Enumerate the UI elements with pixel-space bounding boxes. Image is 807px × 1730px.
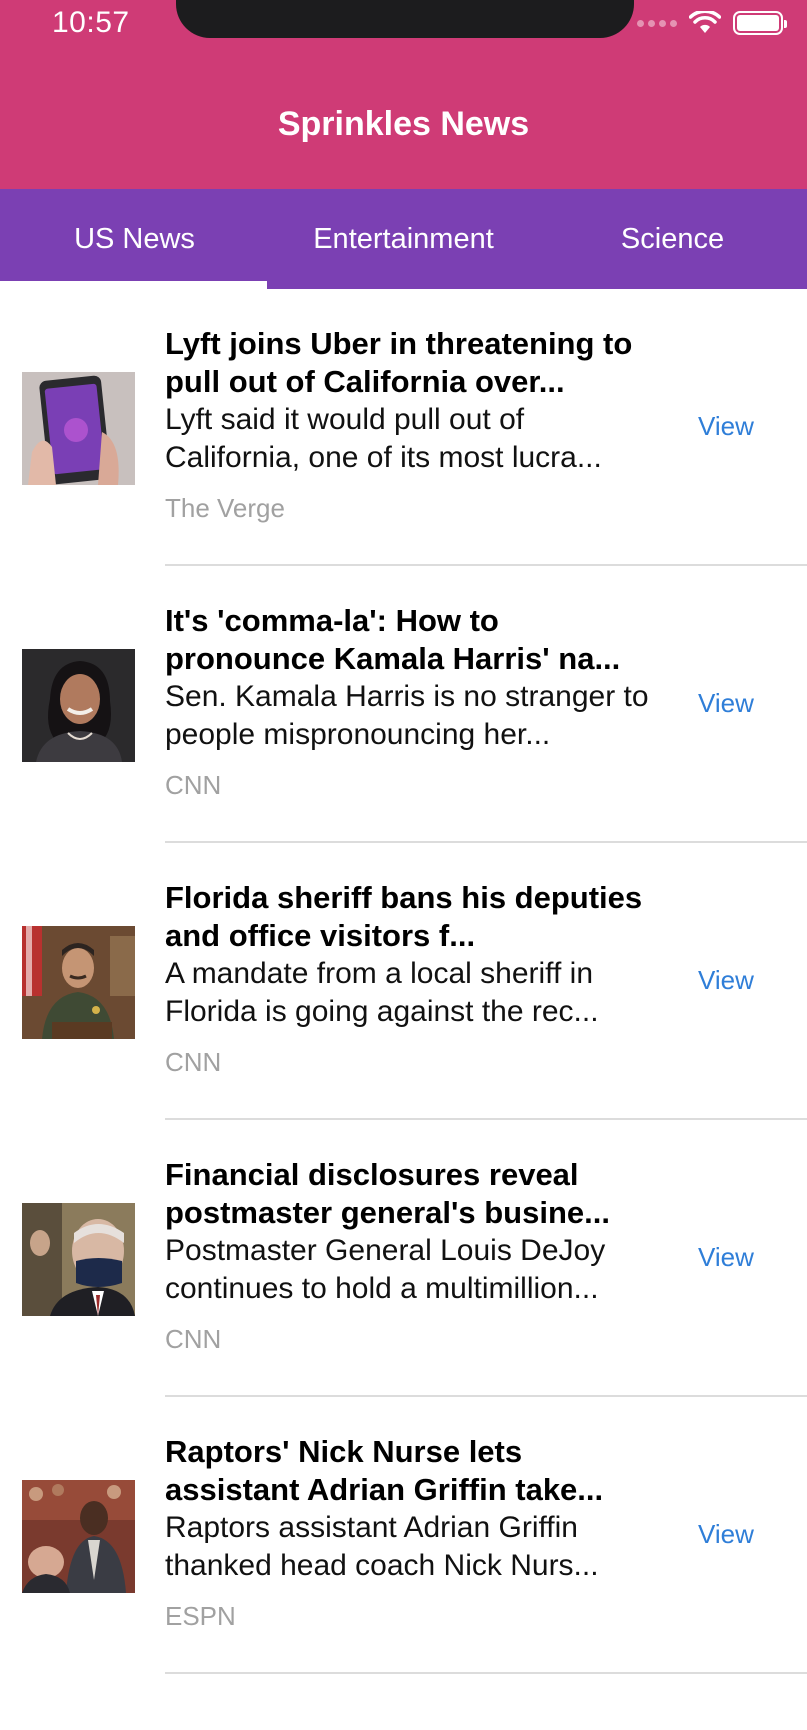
view-button[interactable]: View — [698, 688, 754, 719]
article-headline: Lyft joins Uber in threatening to pull o… — [165, 326, 633, 399]
list-item[interactable]: Raptors' Nick Nurse lets assistant Adria… — [0, 1397, 807, 1674]
view-button[interactable]: View — [698, 1519, 754, 1550]
article-summary: Lyft said it would pull out of Californi… — [165, 403, 602, 474]
article-source: CNN — [165, 770, 222, 800]
article-summary: A mandate from a local sheriff in Florid… — [165, 957, 599, 1028]
tab-entertainment[interactable]: Entertainment — [269, 189, 538, 289]
article-list: Lyft joins Uber in threatening to pull o… — [0, 289, 807, 1674]
list-item[interactable]: Lyft joins Uber in threatening to pull o… — [0, 289, 807, 566]
cellular-signal-icon — [637, 19, 677, 27]
article-summary: Sen. Kamala Harris is no stranger to peo… — [165, 680, 649, 751]
tab-science[interactable]: Science — [538, 189, 807, 289]
article-source: CNN — [165, 1324, 222, 1354]
view-button[interactable]: View — [698, 1242, 754, 1273]
basketball-bench-image — [22, 1480, 135, 1593]
status-time: 10:57 — [52, 6, 130, 39]
article-text: Lyft joins Uber in threatening to pull o… — [165, 325, 655, 524]
device-notch — [176, 0, 634, 38]
sheriff-portrait-image — [22, 926, 135, 1039]
article-text: It's 'comma-la': How to pronounce Kamala… — [165, 602, 655, 801]
category-tabs: US News Entertainment Science — [0, 189, 807, 289]
article-headline: It's 'comma-la': How to pronounce Kamala… — [165, 603, 621, 676]
active-tab-indicator — [0, 281, 267, 289]
article-text: Florida sheriff bans his deputies and of… — [165, 879, 655, 1078]
battery-icon — [733, 11, 787, 35]
article-source: CNN — [165, 1047, 222, 1077]
tab-us-news[interactable]: US News — [0, 189, 269, 289]
phone-in-hand-image — [22, 372, 135, 485]
view-button[interactable]: View — [698, 965, 754, 996]
masked-man-image — [22, 1203, 135, 1316]
status-icons — [637, 10, 787, 36]
list-item[interactable]: Florida sheriff bans his deputies and of… — [0, 843, 807, 1120]
row-divider — [165, 1672, 807, 1674]
article-headline: Raptors' Nick Nurse lets assistant Adria… — [165, 1434, 604, 1507]
article-text: Financial disclosures reveal postmaster … — [165, 1156, 655, 1355]
article-source: The Verge — [165, 493, 285, 523]
article-summary: Raptors assistant Adrian Griffin thanked… — [165, 1511, 599, 1582]
wifi-icon — [689, 11, 721, 33]
list-item[interactable]: Financial disclosures reveal postmaster … — [0, 1120, 807, 1397]
article-text: Raptors' Nick Nurse lets assistant Adria… — [165, 1433, 655, 1632]
list-item[interactable]: It's 'comma-la': How to pronounce Kamala… — [0, 566, 807, 843]
app-title: Sprinkles News — [277, 105, 530, 143]
app-header: 10:57 Sprinkles News — [0, 0, 807, 189]
portrait-image — [22, 649, 135, 762]
article-headline: Financial disclosures reveal postmaster … — [165, 1157, 610, 1230]
view-button[interactable]: View — [698, 411, 754, 442]
article-summary: Postmaster General Louis DeJoy continues… — [165, 1234, 606, 1305]
article-source: ESPN — [165, 1601, 236, 1631]
article-headline: Florida sheriff bans his deputies and of… — [165, 880, 643, 953]
